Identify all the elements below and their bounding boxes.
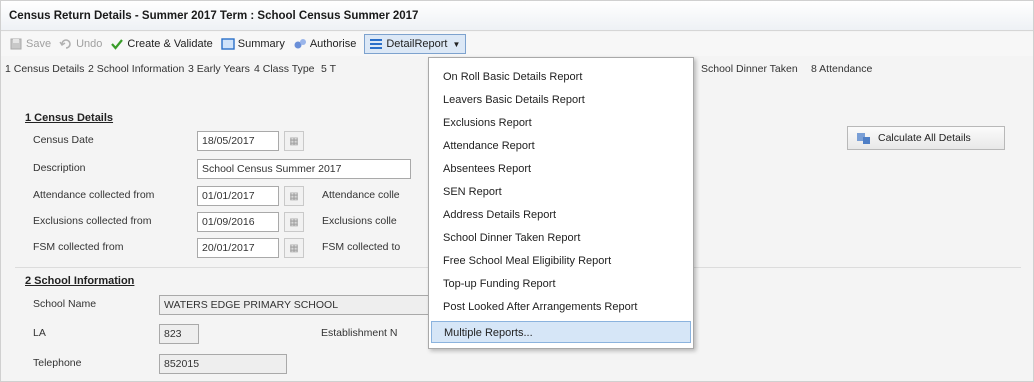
la-label: LA [33, 327, 46, 339]
fsm-from-label: FSM collected from [33, 241, 124, 253]
detail-report-menu: On Roll Basic Details Report Leavers Bas… [428, 57, 694, 349]
menu-item-post-looked-after-arrangements-report[interactable]: Post Looked After Arrangements Report [431, 296, 691, 318]
detail-report-button[interactable]: DetailReport ▼ [364, 34, 467, 54]
save-icon [10, 38, 22, 50]
tab-5[interactable]: 5 T [321, 63, 336, 75]
calendar-icon[interactable]: ▦ [284, 238, 304, 258]
attendance-from-field[interactable]: 01/01/2017 [197, 186, 279, 206]
menu-item-sen-report[interactable]: SEN Report [431, 181, 691, 203]
census-return-window: Census Return Details - Summer 2017 Term… [0, 0, 1034, 382]
census-date-field[interactable]: 18/05/2017 [197, 131, 279, 151]
tab-school-information[interactable]: 2 School Information [88, 63, 184, 75]
telephone-field[interactable]: 852015 [159, 354, 287, 374]
tab-attendance[interactable]: 8 Attendance [811, 63, 872, 75]
exclusions-to-label: Exclusions colle [322, 215, 397, 227]
establishment-label: Establishment N [321, 327, 398, 339]
description-label: Description [33, 162, 86, 174]
undo-icon [59, 39, 71, 49]
summary-button[interactable]: Summary [221, 34, 285, 54]
authorise-button[interactable]: Authorise [293, 34, 356, 54]
summary-icon [221, 38, 235, 50]
checkmark-icon [111, 39, 124, 50]
menu-item-on-roll-basic-details-report[interactable]: On Roll Basic Details Report [431, 66, 691, 88]
menu-item-exclusions-report[interactable]: Exclusions Report [431, 112, 691, 134]
calculate-all-details-label: Calculate All Details [878, 132, 971, 144]
tab-census-details[interactable]: 1 Census Details [5, 63, 84, 75]
attendance-to-label: Attendance colle [322, 189, 400, 201]
chevron-down-icon: ▼ [452, 39, 461, 49]
calculate-icon [857, 133, 870, 144]
fsm-from-field[interactable]: 20/01/2017 [197, 238, 279, 258]
menu-item-leavers-basic-details-report[interactable]: Leavers Basic Details Report [431, 89, 691, 111]
undo-label: Undo [76, 38, 103, 50]
save-button[interactable]: Save [9, 34, 51, 54]
description-field[interactable]: School Census Summer 2017 [197, 159, 411, 179]
tab-school-dinner-taken[interactable]: School Dinner Taken [701, 63, 798, 75]
window-title: Census Return Details - Summer 2017 Term… [1, 1, 1033, 31]
school-name-field[interactable]: WATERS EDGE PRIMARY SCHOOL [159, 295, 431, 315]
school-name-label: School Name [33, 298, 97, 310]
menu-item-multiple-reports[interactable]: Multiple Reports... [431, 321, 691, 343]
census-date-label: Census Date [33, 134, 94, 146]
census-details-heading: 1 Census Details [25, 112, 114, 124]
menu-item-address-details-report[interactable]: Address Details Report [431, 204, 691, 226]
la-field[interactable]: 823 [159, 324, 199, 344]
authorise-icon [294, 39, 306, 49]
fsm-to-label: FSM collected to [322, 241, 401, 253]
tab-class-type[interactable]: 4 Class Type [254, 63, 315, 75]
calculate-all-details-button[interactable]: Calculate All Details [847, 126, 1005, 150]
summary-label: Summary [237, 38, 285, 50]
exclusions-from-field[interactable]: 01/09/2016 [197, 212, 279, 232]
undo-button[interactable]: Undo [59, 34, 102, 54]
menu-item-free-school-meal-eligibility-report[interactable]: Free School Meal Eligibility Report [431, 250, 691, 272]
telephone-label: Telephone [33, 357, 82, 369]
create-validate-label: Create & Validate [127, 38, 213, 50]
detail-report-label: DetailReport [386, 38, 448, 50]
authorise-label: Authorise [309, 38, 357, 50]
school-information-heading: 2 School Information [25, 275, 135, 287]
menu-item-attendance-report[interactable]: Attendance Report [431, 135, 691, 157]
list-icon [370, 39, 383, 49]
tab-early-years[interactable]: 3 Early Years [188, 63, 250, 75]
menu-item-top-up-funding-report[interactable]: Top-up Funding Report [431, 273, 691, 295]
calendar-icon[interactable]: ▦ [284, 186, 304, 206]
attendance-from-label: Attendance collected from [33, 189, 155, 201]
calendar-icon[interactable]: ▦ [284, 212, 304, 232]
calendar-icon[interactable]: ▦ [284, 131, 304, 151]
save-label: Save [26, 38, 52, 50]
create-validate-button[interactable]: Create & Validate [110, 34, 213, 54]
menu-item-absentees-report[interactable]: Absentees Report [431, 158, 691, 180]
menu-item-school-dinner-taken-report[interactable]: School Dinner Taken Report [431, 227, 691, 249]
exclusions-from-label: Exclusions collected from [33, 215, 152, 227]
toolbar: Save Undo Create & Validate Summary Auth… [1, 32, 1033, 56]
